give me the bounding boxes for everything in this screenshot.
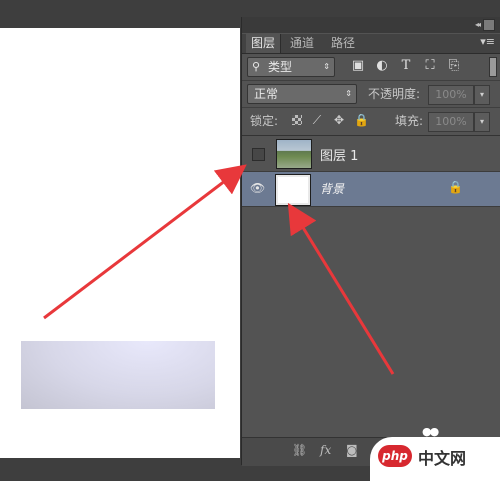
arrow-to-background-thumbnail <box>287 202 395 375</box>
watermark-logo: php <box>378 445 412 467</box>
watermark-text: 中文网 <box>418 449 467 468</box>
annotation-arrows <box>43 164 395 375</box>
watermark: php 中文网 <box>370 437 500 481</box>
arrow-to-layer1 <box>43 164 247 320</box>
